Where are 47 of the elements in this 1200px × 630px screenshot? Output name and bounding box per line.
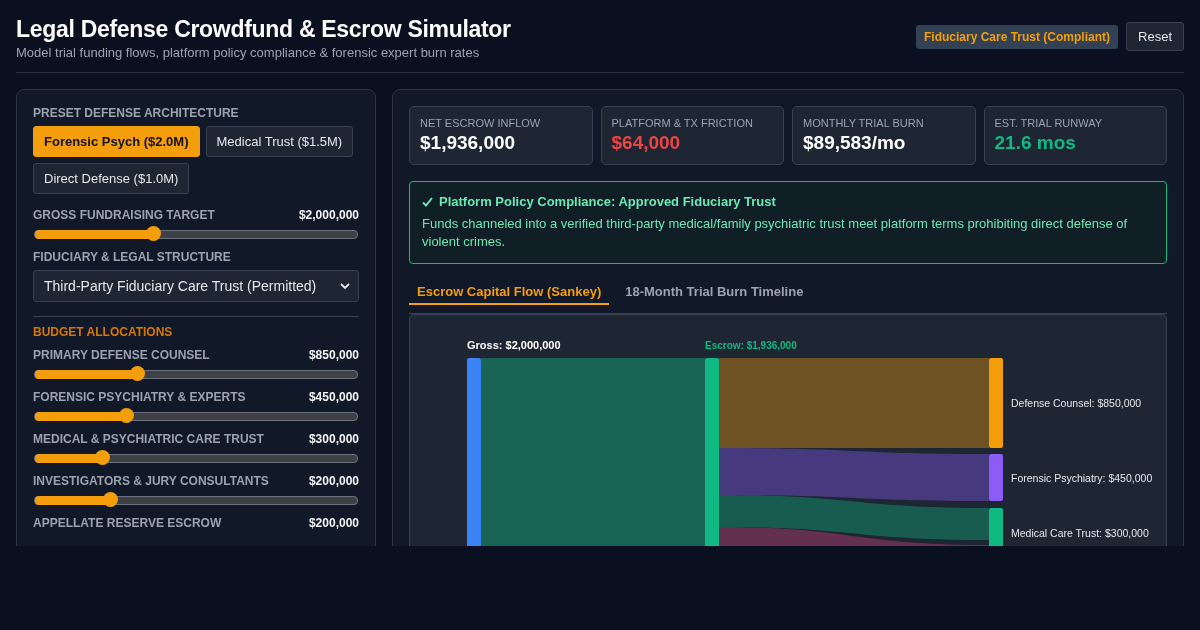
field-value: $2,000,000 [298,208,359,222]
metric-value: 21.6 mos [994,132,1077,154]
section-heading: BUDGET ALLOCATIONS [33,325,174,339]
allocation-value: $300,000 [308,432,359,446]
node-label: Medical Care Trust: $300,000 [1011,527,1149,540]
slider-thumb[interactable] [102,492,118,507]
node-label: Gross: $2,000,000 [467,339,561,352]
allocation-value: $200,000 [308,516,359,530]
metric-value: $1,936,000 [420,132,517,154]
allocation-value: $850,000 [308,348,359,362]
chart-tab[interactable]: 18-Month Trial Burn Timeline [617,280,812,306]
metric-value: $64,000 [611,132,682,154]
chevron-down-icon [340,282,350,290]
alert-text: Funds channeled into a verified third-party medical/family psychiatric trust meet platform terms prohibiting direct defense of violent crimes. [422,215,1129,252]
section-label: PRESET DEFENSE ARCHITECTURE [33,106,240,120]
reset-button[interactable]: Reset [1126,22,1184,51]
page-title: Legal Defense Crowdfund & Escrow Simulator [16,16,511,43]
allocation-value: $200,000 [308,474,359,488]
node-label: Forensic Psychiatry: $450,000 [1011,471,1153,484]
node-label: Defense Counsel: $850,000 [1011,397,1142,410]
chart-tab[interactable]: Escrow Capital Flow (Sankey) [409,280,610,306]
metric-label: PLATFORM & TX FRICTION [611,117,754,129]
preset-button[interactable]: Direct Defense ($1.0M) [33,163,190,194]
node-label: Escrow: $1,936,000 [705,340,797,352]
metric-label: NET ESCROW INFLOW [420,117,542,129]
allocation-label: MEDICAL & PSYCHIATRIC CARE TRUST [33,432,264,446]
structure-dropdown[interactable]: Third-Party Fiduciary Care Trust (Permitted) [33,270,359,302]
alert-title: Platform Policy Compliance: Approved Fiduciary Trust [439,194,776,209]
slider-thumb[interactable] [94,450,110,465]
status-badge: Fiduciary Care Trust (Compliant) [916,24,1119,49]
slider-thumb[interactable] [130,366,146,381]
slider-thumb[interactable] [146,226,162,241]
metric-label: MONTHLY TRIAL BURN [803,117,925,129]
page-subtitle: Model trial funding flows, platform policy compliance & forensic expert burn rates [16,45,481,60]
allocation-label: PRIMARY DEFENSE COUNSEL [33,348,210,362]
metric-label: EST. TRIAL RUNWAY [994,117,1104,129]
field-label: GROSS FUNDRAISING TARGET [33,208,215,222]
allocation-label: APPELLATE RESERVE ESCROW [33,516,222,530]
preset-button[interactable]: Medical Trust ($1.5M) [205,126,354,157]
allocation-label: FORENSIC PSYCHIATRY & EXPERTS [33,390,246,404]
preset-button[interactable]: Forensic Psych ($2.0M) [33,126,200,157]
field-label: FIDUCIARY & LEGAL STRUCTURE [33,250,232,264]
allocation-value: $450,000 [308,390,359,404]
check-icon [422,196,433,207]
metric-value: $89,583/mo [803,132,907,154]
slider-thumb[interactable] [118,408,134,423]
allocation-label: INVESTIGATORS & JURY CONSULTANTS [33,474,269,488]
